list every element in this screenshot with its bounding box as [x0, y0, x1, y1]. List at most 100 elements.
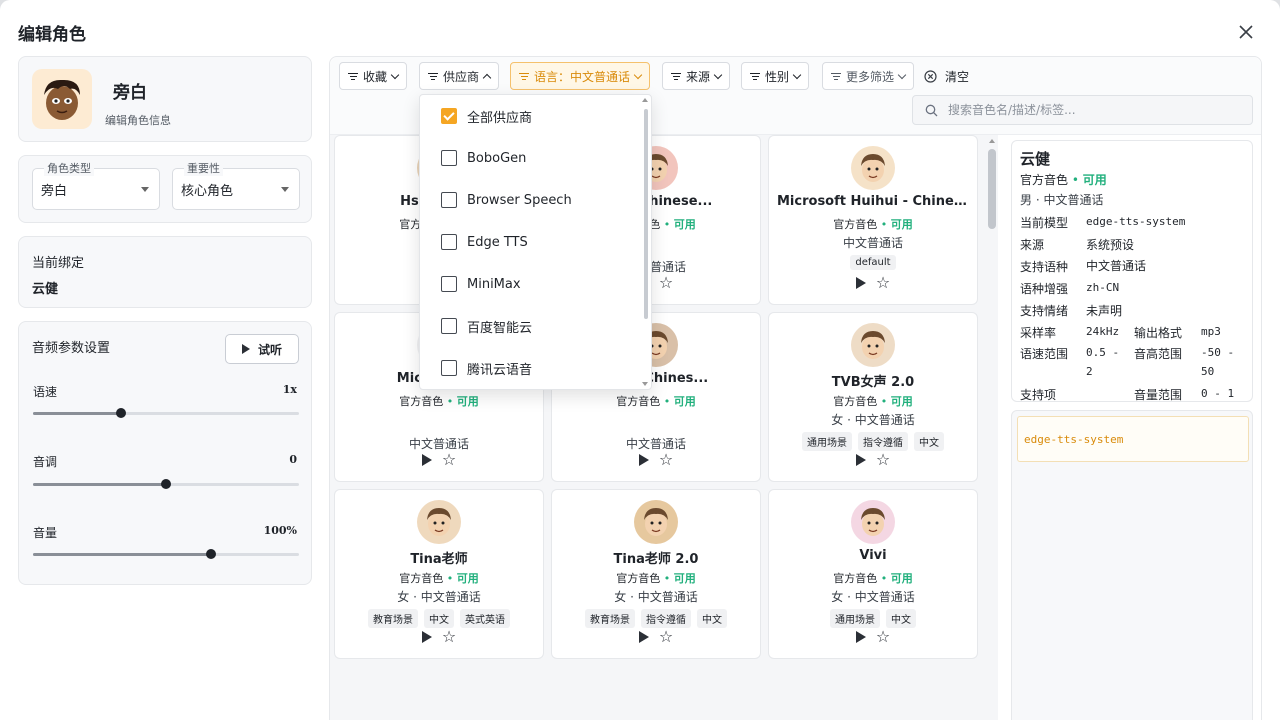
- star-icon[interactable]: ☆: [442, 629, 456, 645]
- provider-option[interactable]: 腾讯云语音: [420, 347, 640, 389]
- pitch-slider[interactable]: [33, 479, 299, 489]
- voice-actions: ☆: [335, 452, 543, 468]
- voice-source: 官方音色 • 可用: [833, 572, 913, 585]
- scroll-up-arrow[interactable]: [989, 139, 995, 143]
- voice-avatar: [851, 146, 895, 190]
- voice-tag: 中文: [886, 609, 916, 628]
- checkbox-icon[interactable]: [441, 360, 457, 376]
- voice-actions: ☆: [552, 452, 760, 468]
- provider-filter[interactable]: 供应商: [419, 62, 500, 90]
- clear-filters-button[interactable]: 清空: [924, 62, 969, 90]
- play-icon[interactable]: [421, 454, 432, 466]
- star-icon[interactable]: ☆: [876, 275, 890, 291]
- close-button[interactable]: [1234, 20, 1258, 44]
- search-icon: [925, 104, 938, 116]
- pitch-range-label: 音高范围: [1134, 347, 1183, 361]
- voice-source: 官方音色 • 可用: [833, 395, 913, 408]
- checkbox-checked-icon[interactable]: [441, 108, 457, 124]
- audio-title: 音频参数设置: [32, 341, 111, 356]
- pitch-range-value-end: 50: [1201, 365, 1215, 378]
- checkbox-icon[interactable]: [441, 192, 457, 208]
- voice-card[interactable]: TVB女声 2.0 官方音色 • 可用女 · 中文普通话 通用场景 指令遵循 中文 ☆: [768, 312, 978, 482]
- scroll-down-arrow[interactable]: [642, 382, 648, 386]
- play-icon[interactable]: [638, 631, 649, 643]
- play-icon[interactable]: [855, 277, 866, 289]
- voice-tag: 通用场景: [802, 432, 852, 451]
- voice-tag: 指令遵循: [858, 432, 908, 451]
- filter-icon: [519, 72, 529, 80]
- checkbox-icon[interactable]: [441, 318, 457, 334]
- provider-option[interactable]: 百度智能云: [420, 305, 640, 347]
- grid-scrollbar[interactable]: [988, 149, 996, 229]
- voice-meta: 女 · 中文普通话: [831, 590, 915, 604]
- voice-card[interactable]: Vivi 官方音色 • 可用女 · 中文普通话 通用场景 中文 ☆: [768, 489, 978, 659]
- speed-label: 语速: [33, 385, 58, 399]
- audio-params-card: 音频参数设置 试听 语速 1x 音调 0 音量 100%: [18, 321, 312, 585]
- star-icon[interactable]: ☆: [659, 275, 673, 291]
- voice-name: Microsoft Huihui - Chinese...: [777, 194, 969, 209]
- provider-filter-label: 供应商: [443, 69, 480, 84]
- language-filter[interactable]: 语言：中文普通话: [510, 62, 651, 90]
- voice-source: 官方音色 • 可用: [616, 572, 696, 585]
- voice-card[interactable]: Tina老师 官方音色 • 可用女 · 中文普通话 教育场景 中文 英式英语 ☆: [334, 489, 544, 659]
- provider-option[interactable]: MiniMax: [420, 263, 640, 305]
- slider-thumb[interactable]: [115, 408, 126, 418]
- play-icon[interactable]: [638, 454, 649, 466]
- checkbox-icon[interactable]: [441, 234, 457, 250]
- voice-tag: 中文: [424, 609, 454, 628]
- star-icon[interactable]: ☆: [659, 629, 673, 645]
- detail-meta: 男 · 中文普通话: [1020, 193, 1104, 207]
- emotion-value: 未声明: [1086, 304, 1123, 318]
- star-icon[interactable]: ☆: [876, 629, 890, 645]
- provider-option[interactable]: 全部供应商: [420, 95, 640, 137]
- voice-tag: 教育场景: [585, 609, 635, 628]
- source-value: 系统预设: [1086, 238, 1135, 252]
- voice-avatar: [851, 323, 895, 367]
- profile-subtitle: 编辑角色信息: [105, 114, 171, 127]
- volume-slider[interactable]: [33, 549, 299, 559]
- voice-tags: 通用场景 指令遵循 中文: [769, 432, 977, 451]
- search-input[interactable]: [948, 103, 1238, 117]
- checkbox-icon[interactable]: [441, 150, 457, 166]
- speed-slider[interactable]: [33, 408, 299, 418]
- voice-card[interactable]: Tina老师 2.0 官方音色 • 可用女 · 中文普通话 教育场景 指令遵循 中文 ☆: [551, 489, 761, 659]
- voice-card[interactable]: Microsoft Huihui - Chinese... 官方音色 • 可用 中文…: [768, 135, 978, 305]
- play-icon[interactable]: [855, 631, 866, 643]
- voice-actions: ☆: [769, 452, 977, 468]
- chevron-down-icon: [713, 70, 723, 79]
- slider-thumb[interactable]: [206, 549, 217, 559]
- source-filter-label: 来源: [686, 69, 711, 84]
- voice-meta: 女 · 中文普通话: [397, 590, 481, 604]
- star-icon[interactable]: ☆: [659, 452, 673, 468]
- provider-option[interactable]: Browser Speech: [420, 179, 640, 221]
- gender-filter[interactable]: 性别: [741, 62, 810, 90]
- format-label: 输出格式: [1134, 326, 1183, 340]
- preview-button[interactable]: 试听: [225, 334, 299, 364]
- voice-tags: 教育场景 中文 英式英语: [335, 609, 543, 628]
- favorites-filter[interactable]: 收藏: [339, 62, 408, 90]
- voice-tag: 中文: [914, 432, 944, 451]
- provider-option-label: BoboGen: [467, 150, 527, 166]
- modal-title: 编辑角色: [18, 25, 86, 45]
- play-icon[interactable]: [855, 454, 866, 466]
- more-filters[interactable]: 更多筛选: [822, 62, 915, 90]
- clear-icon: [924, 69, 937, 83]
- dropdown-scrollbar[interactable]: [644, 109, 648, 319]
- play-icon[interactable]: [421, 631, 432, 643]
- provider-option[interactable]: Edge TTS: [420, 221, 640, 263]
- voice-actions: ☆: [552, 629, 760, 645]
- star-icon[interactable]: ☆: [442, 452, 456, 468]
- source-filter[interactable]: 来源: [662, 62, 731, 90]
- checkbox-icon[interactable]: [441, 276, 457, 292]
- model-code-panel: edge-tts-system: [1011, 410, 1253, 720]
- model-label: 当前模型: [1020, 216, 1069, 230]
- provider-option-label: 全部供应商: [467, 110, 533, 126]
- slider-thumb[interactable]: [161, 479, 171, 489]
- filter-icon: [428, 72, 438, 80]
- provider-option[interactable]: BoboGen: [420, 137, 640, 179]
- voice-avatar: [417, 500, 461, 544]
- provider-dropdown: 全部供应商 BoboGen Browser Speech Edge TTS MiniMa…: [419, 94, 652, 390]
- scroll-up-arrow[interactable]: [642, 98, 648, 102]
- filter-icon: [750, 72, 760, 80]
- star-icon[interactable]: ☆: [876, 452, 890, 468]
